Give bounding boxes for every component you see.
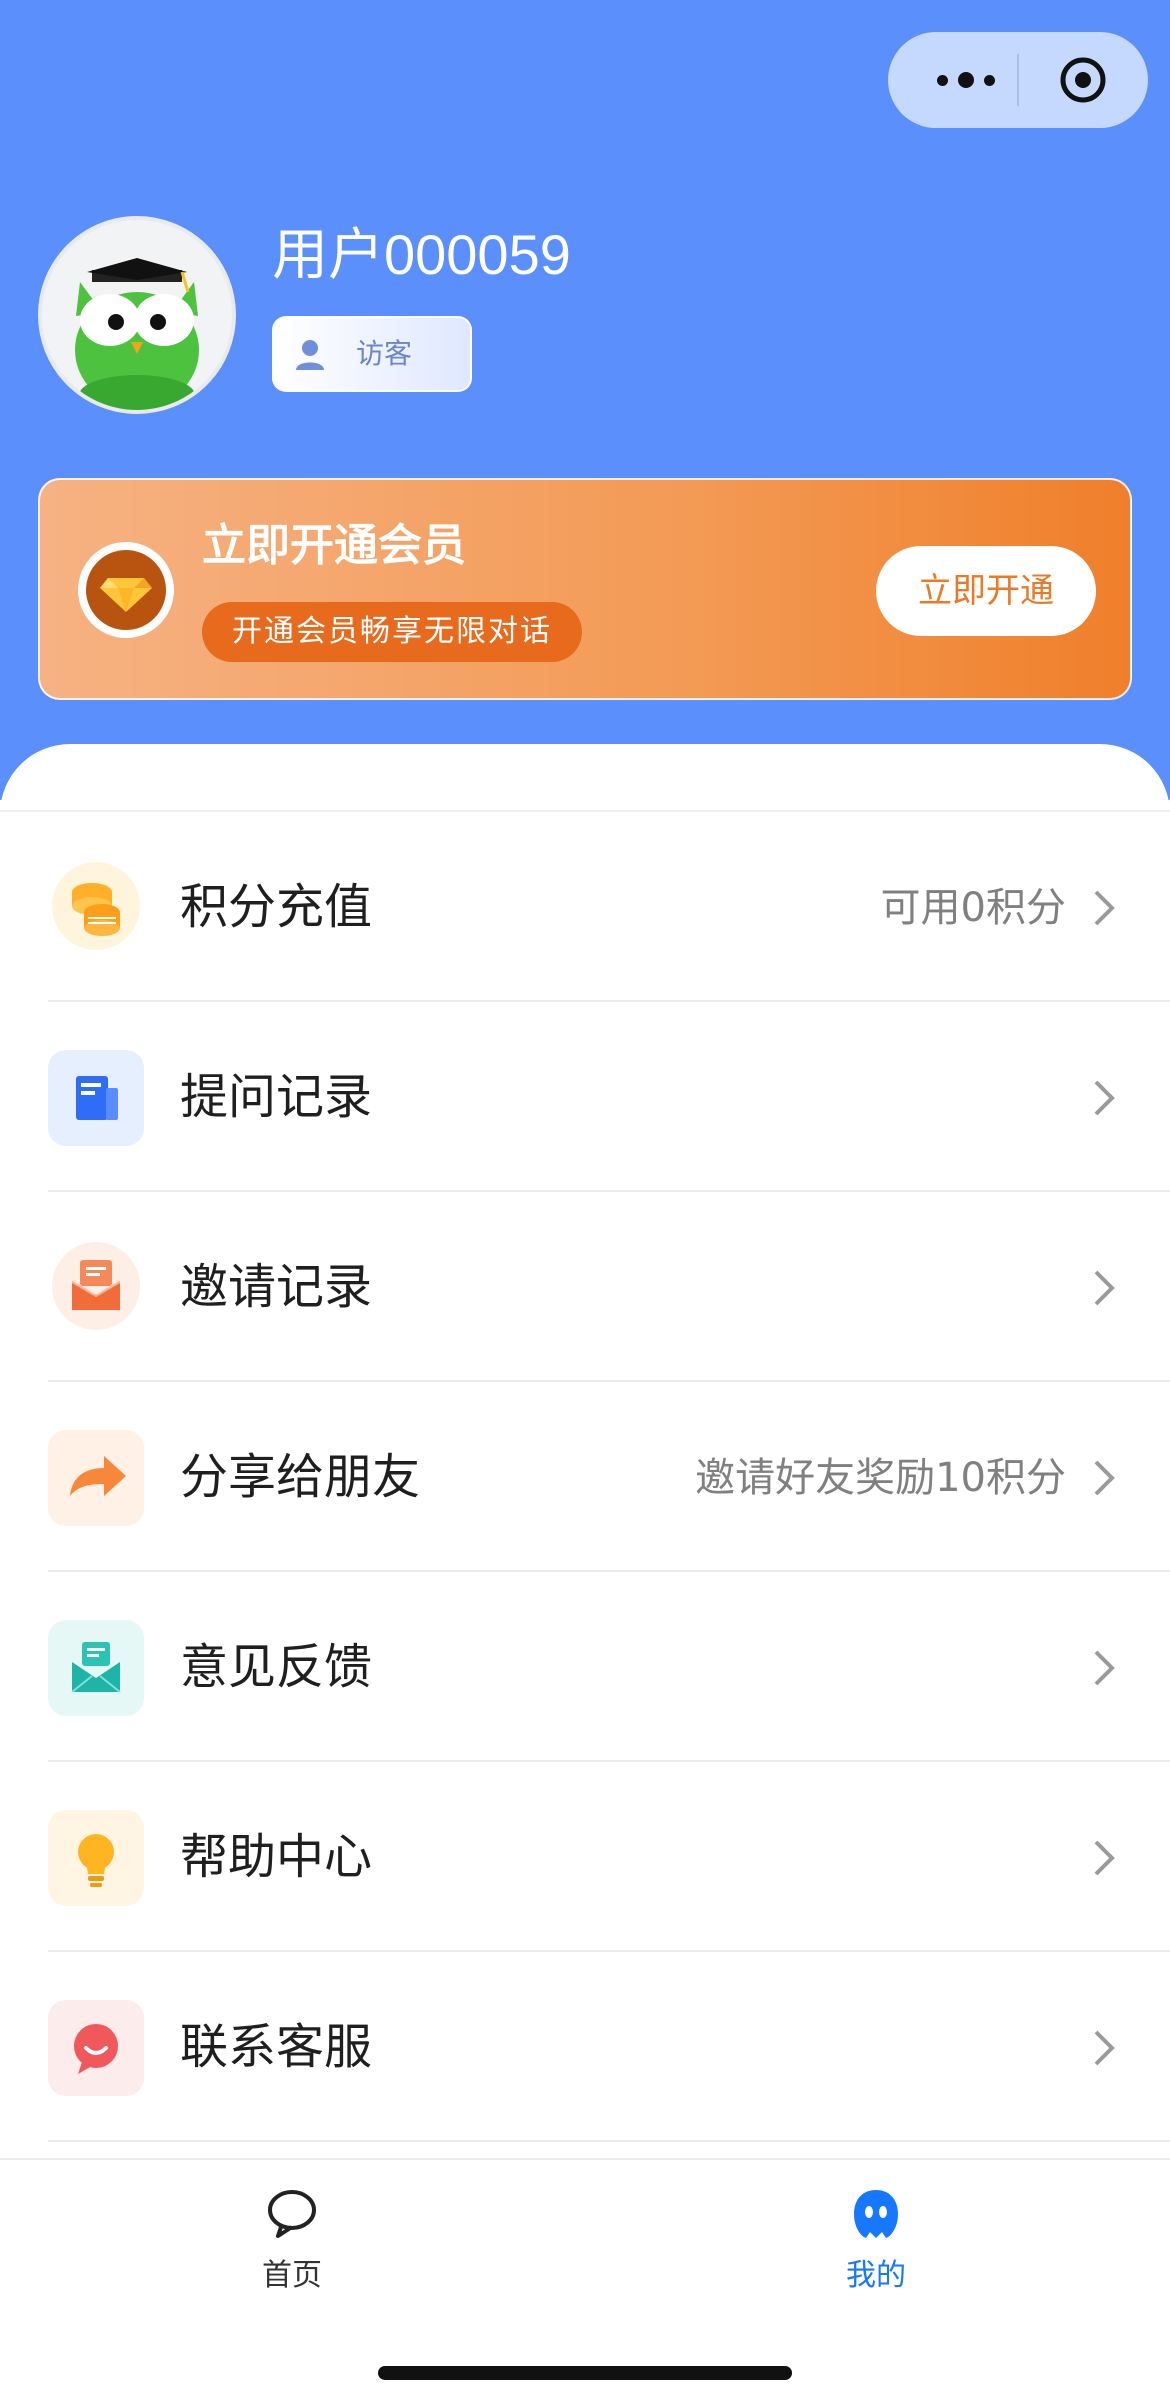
- menu-value: 可用0积分: [880, 885, 1066, 931]
- menu-list: 积分充值 可用0积分 提问记录 邀请记录 分享给朋友 邀请好友奖励10积分 意见…: [0, 812, 1170, 2142]
- chevron-right-icon: [1094, 1650, 1115, 1686]
- tab-home[interactable]: 首页: [192, 2186, 392, 2306]
- menu-label: 分享给朋友: [180, 1449, 421, 1505]
- capsule-divider: [1017, 54, 1019, 106]
- coins-icon: [52, 862, 140, 950]
- chevron-right-icon: [1094, 1460, 1115, 1496]
- menu-item-help-center[interactable]: 帮助中心: [0, 1762, 1170, 1952]
- user-icon: [296, 340, 324, 370]
- vip-title: 立即开通会员: [202, 520, 466, 571]
- menu-item-share[interactable]: 分享给朋友 邀请好友奖励10积分: [0, 1382, 1170, 1572]
- feedback-mail-icon: [48, 1620, 144, 1716]
- vip-icon-badge: [78, 542, 174, 638]
- profile-face-icon: [854, 2190, 898, 2238]
- target-circle-icon[interactable]: [1058, 55, 1108, 105]
- chevron-right-icon: [1094, 1270, 1115, 1306]
- chat-outline-icon: [268, 2190, 316, 2238]
- menu-label: 联系客服: [180, 2019, 373, 2075]
- mini-program-capsule: [888, 32, 1148, 128]
- vip-subtitle: 开通会员畅享无限对话: [202, 602, 582, 662]
- username: 用户000059: [272, 223, 571, 286]
- avatar[interactable]: [38, 216, 236, 414]
- home-indicator: [378, 2366, 792, 2380]
- activate-vip-button[interactable]: 立即开通: [876, 546, 1096, 636]
- tab-mine[interactable]: 我的: [776, 2186, 976, 2306]
- menu-item-customer-service[interactable]: 联系客服: [0, 1952, 1170, 2142]
- chevron-right-icon: [1094, 2030, 1115, 2066]
- share-arrow-icon: [48, 1430, 144, 1526]
- menu-item-question-history[interactable]: 提问记录: [0, 1002, 1170, 1192]
- row-divider: [48, 2140, 1170, 2142]
- chat-bubble-icon: [48, 2000, 144, 2096]
- menu-value: 邀请好友奖励10积分: [695, 1455, 1066, 1501]
- chevron-right-icon: [1094, 1080, 1115, 1116]
- chevron-right-icon: [1094, 1840, 1115, 1876]
- envelope-icon: [52, 1242, 140, 1330]
- menu-item-invite-history[interactable]: 邀请记录: [0, 1192, 1170, 1382]
- menu-label: 帮助中心: [180, 1829, 373, 1885]
- tab-label: 首页: [262, 2258, 322, 2293]
- menu-label: 邀请记录: [180, 1259, 373, 1315]
- owl-graduate-icon: [75, 258, 199, 410]
- vip-promo-card[interactable]: 立即开通会员 开通会员畅享无限对话 立即开通: [38, 478, 1132, 700]
- menu-item-feedback[interactable]: 意见反馈: [0, 1572, 1170, 1762]
- more-dots-icon[interactable]: [926, 56, 1006, 104]
- menu-label: 积分充值: [180, 879, 373, 935]
- menu-item-points-recharge[interactable]: 积分充值 可用0积分: [0, 812, 1170, 1002]
- menu-label: 提问记录: [180, 1069, 373, 1125]
- menu-label: 意见反馈: [180, 1639, 373, 1695]
- profile-page: 用户000059 访客 立即开通会员 开通会员畅享无限对话 立即开通 积分充值 …: [0, 0, 1170, 2404]
- document-icon: [48, 1050, 144, 1146]
- tab-label: 我的: [846, 2258, 906, 2293]
- chevron-right-icon: [1094, 890, 1115, 926]
- lightbulb-icon: [48, 1810, 144, 1906]
- role-label: 访客: [356, 337, 413, 370]
- diamond-icon: [100, 578, 152, 612]
- role-badge: 访客: [272, 316, 472, 392]
